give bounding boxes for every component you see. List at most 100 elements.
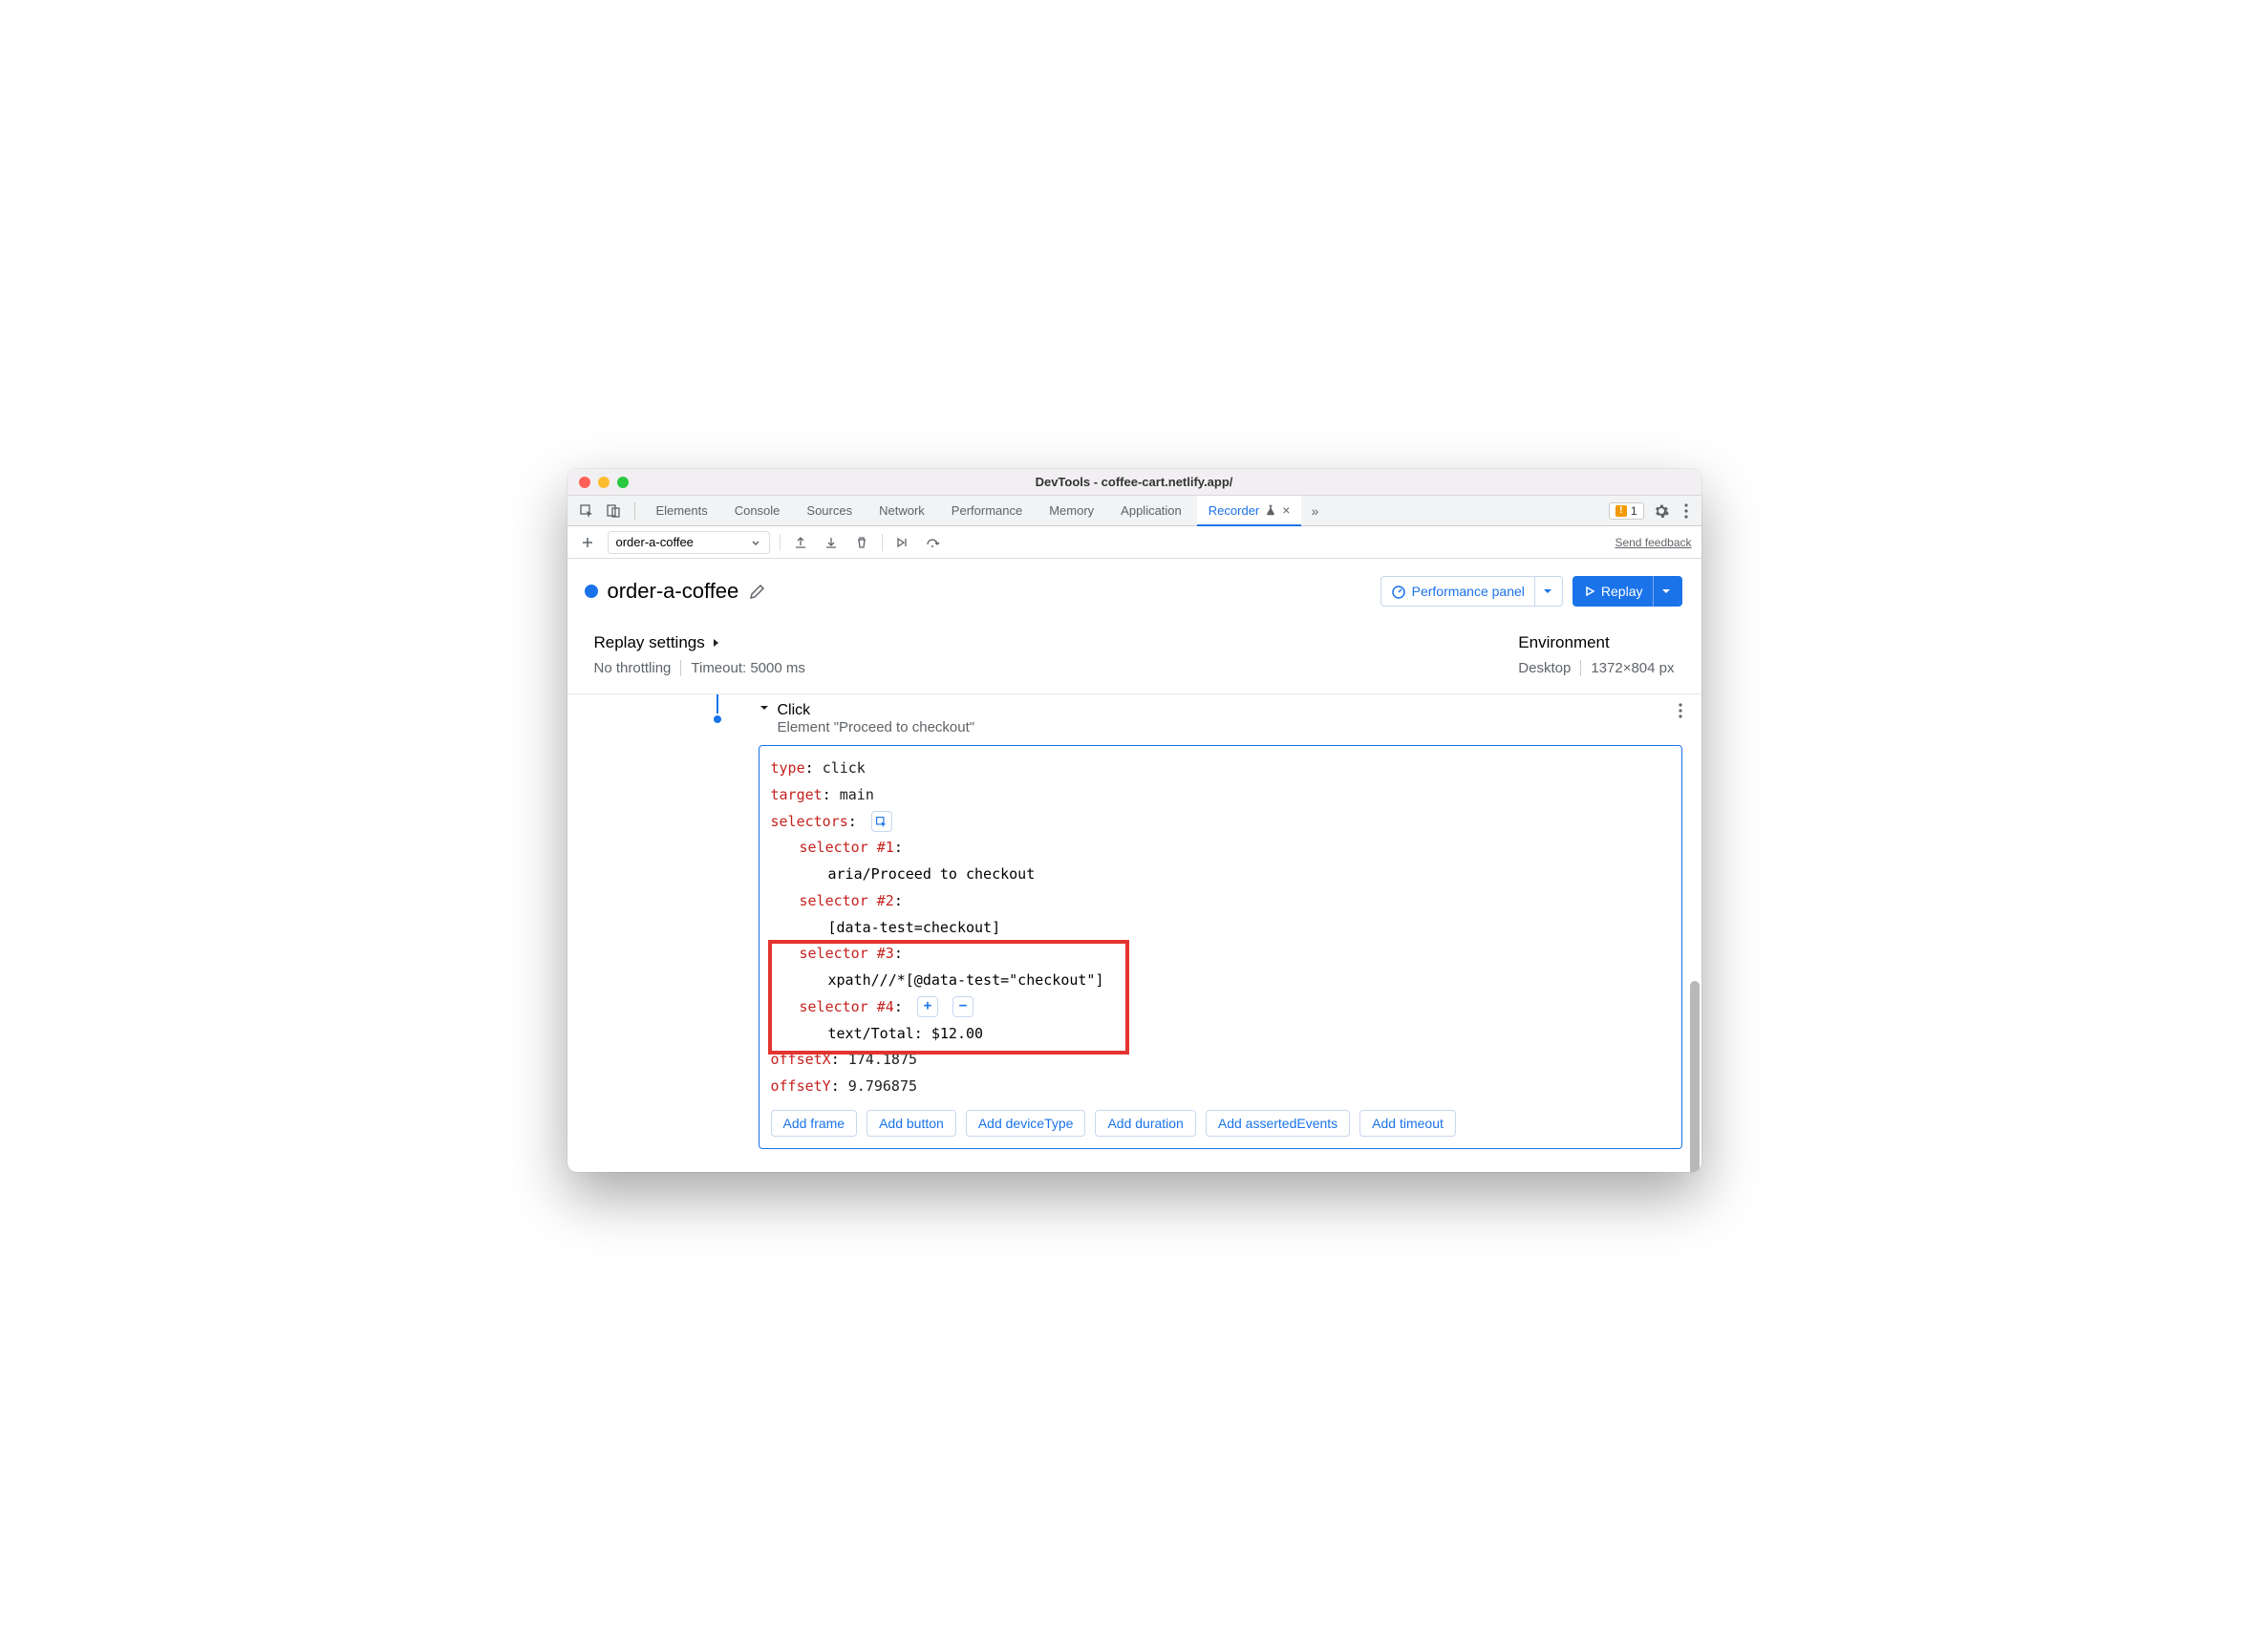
environment-values: Desktop 1372×804 px — [1518, 660, 1674, 676]
add-assertedevents-button[interactable]: Add assertedEvents — [1206, 1110, 1350, 1137]
divider — [882, 534, 883, 551]
tab-recorder-label: Recorder — [1209, 503, 1259, 518]
device-value: Desktop — [1518, 660, 1571, 676]
selector-4-value[interactable]: text/Total: $12.00 — [771, 1021, 1670, 1048]
add-duration-button[interactable]: Add duration — [1095, 1110, 1195, 1137]
divider — [680, 660, 681, 676]
selector-4-key: selector #4 — [800, 998, 894, 1015]
tab-memory[interactable]: Memory — [1038, 496, 1105, 526]
settings-gear-icon[interactable] — [1648, 502, 1675, 519]
perf-dropdown-icon[interactable] — [1534, 577, 1552, 606]
dimensions-value: 1372×804 px — [1591, 660, 1674, 676]
replay-settings-values: No throttling Timeout: 5000 ms — [594, 660, 805, 676]
add-selector-icon[interactable]: + — [917, 996, 938, 1017]
inspect-icon[interactable] — [575, 500, 598, 522]
pick-selector-icon[interactable] — [871, 811, 892, 832]
warning-count: 1 — [1631, 504, 1637, 518]
tab-application[interactable]: Application — [1109, 496, 1193, 526]
add-property-row: Add frame Add button Add deviceType Add … — [771, 1110, 1670, 1137]
titlebar: DevTools - coffee-cart.netlify.app/ — [567, 469, 1701, 496]
flask-icon — [1265, 504, 1276, 516]
recording-title: order-a-coffee — [608, 579, 739, 604]
collapse-icon[interactable] — [759, 702, 770, 714]
target-value: main — [840, 786, 874, 803]
tab-console[interactable]: Console — [723, 496, 792, 526]
replay-settings-label: Replay settings — [594, 633, 705, 652]
step-play-icon[interactable] — [892, 532, 913, 553]
warnings-badge[interactable]: ! 1 — [1609, 502, 1644, 520]
devtools-window: DevTools - coffee-cart.netlify.app/ Elem… — [567, 469, 1701, 1172]
replay-dropdown-icon[interactable] — [1653, 576, 1671, 607]
replay-settings-header[interactable]: Replay settings — [594, 633, 805, 652]
remove-selector-icon[interactable]: − — [952, 996, 974, 1017]
timeline-dot — [714, 715, 721, 723]
type-value: click — [823, 759, 866, 777]
performance-panel-button[interactable]: Performance panel — [1380, 576, 1563, 607]
more-tabs-icon[interactable]: » — [1305, 503, 1324, 519]
divider — [1580, 660, 1581, 676]
target-key: target — [771, 786, 823, 803]
step-menu-icon[interactable] — [1679, 702, 1682, 719]
recording-actions: Performance panel Replay — [1380, 576, 1682, 607]
recording-title-area: order-a-coffee — [585, 579, 766, 604]
timeline-line — [717, 694, 718, 714]
add-timeout-button[interactable]: Add timeout — [1359, 1110, 1456, 1137]
new-recording-icon[interactable] — [577, 532, 598, 553]
export-icon[interactable] — [790, 532, 811, 553]
edit-title-icon[interactable] — [748, 579, 765, 604]
selector-2-value[interactable]: [data-test=checkout] — [771, 915, 1670, 942]
steps-area: Click Element "Proceed to checkout" type… — [567, 694, 1701, 1172]
tab-performance[interactable]: Performance — [940, 496, 1034, 526]
type-key: type — [771, 759, 805, 777]
delete-icon[interactable] — [851, 532, 872, 553]
divider — [780, 534, 781, 551]
recording-dot-icon — [585, 585, 598, 598]
add-devicetype-button[interactable]: Add deviceType — [966, 1110, 1086, 1137]
target-row[interactable]: target: main — [771, 782, 1670, 809]
replay-button[interactable]: Replay — [1573, 576, 1682, 607]
selector-1-value[interactable]: aria/Proceed to checkout — [771, 862, 1670, 888]
selector-3-key: selector #3 — [800, 945, 894, 962]
selector-4-row[interactable]: selector #4: + − — [771, 994, 1670, 1021]
offsety-key: offsetY — [771, 1077, 831, 1095]
send-feedback-link[interactable]: Send feedback — [1615, 536, 1691, 549]
step-over-icon[interactable] — [923, 532, 944, 553]
selector-1-row[interactable]: selector #1: — [771, 835, 1670, 862]
offsety-value: 9.796875 — [848, 1077, 917, 1095]
add-frame-button[interactable]: Add frame — [771, 1110, 858, 1137]
type-row[interactable]: type: click — [771, 756, 1670, 782]
gauge-icon — [1391, 584, 1406, 599]
step-details-panel: type: click target: main selectors: sele… — [759, 745, 1682, 1149]
selector-2-key: selector #2 — [800, 892, 894, 909]
tab-recorder[interactable]: Recorder × — [1197, 496, 1302, 526]
divider — [634, 502, 635, 520]
offsety-row[interactable]: offsetY: 9.796875 — [771, 1074, 1670, 1100]
play-icon — [1584, 586, 1595, 597]
offsetx-row[interactable]: offsetX: 174.1875 — [771, 1047, 1670, 1074]
timeout-value: Timeout: 5000 ms — [691, 660, 805, 676]
environment-settings: Environment Desktop 1372×804 px — [1518, 633, 1674, 676]
environment-header: Environment — [1518, 633, 1674, 652]
offsetx-key: offsetX — [771, 1051, 831, 1068]
selector-2-row[interactable]: selector #2: — [771, 888, 1670, 915]
tab-sources[interactable]: Sources — [795, 496, 864, 526]
kebab-menu-icon[interactable] — [1679, 502, 1694, 519]
performance-panel-label: Performance panel — [1412, 584, 1525, 599]
scrollbar[interactable] — [1690, 981, 1700, 1172]
selectors-row[interactable]: selectors: — [771, 809, 1670, 836]
step-title: Click — [778, 702, 975, 719]
selector-3-value[interactable]: xpath///*[@data-test="checkout"] — [771, 968, 1670, 994]
warning-icon: ! — [1615, 505, 1627, 517]
device-toolbar-icon[interactable] — [602, 500, 625, 522]
recorder-toolbar: order-a-coffee Send feedback — [567, 526, 1701, 559]
offsetx-value: 174.1875 — [848, 1051, 917, 1068]
tab-network[interactable]: Network — [867, 496, 936, 526]
selector-3-row[interactable]: selector #3: — [771, 941, 1670, 968]
close-tab-icon[interactable]: × — [1282, 502, 1290, 518]
replay-settings: Replay settings No throttling Timeout: 5… — [594, 633, 805, 676]
import-icon[interactable] — [821, 532, 842, 553]
tab-elements[interactable]: Elements — [645, 496, 719, 526]
recording-select[interactable]: order-a-coffee — [608, 531, 770, 554]
step-header[interactable]: Click Element "Proceed to checkout" — [759, 702, 1682, 735]
add-button-button[interactable]: Add button — [867, 1110, 956, 1137]
